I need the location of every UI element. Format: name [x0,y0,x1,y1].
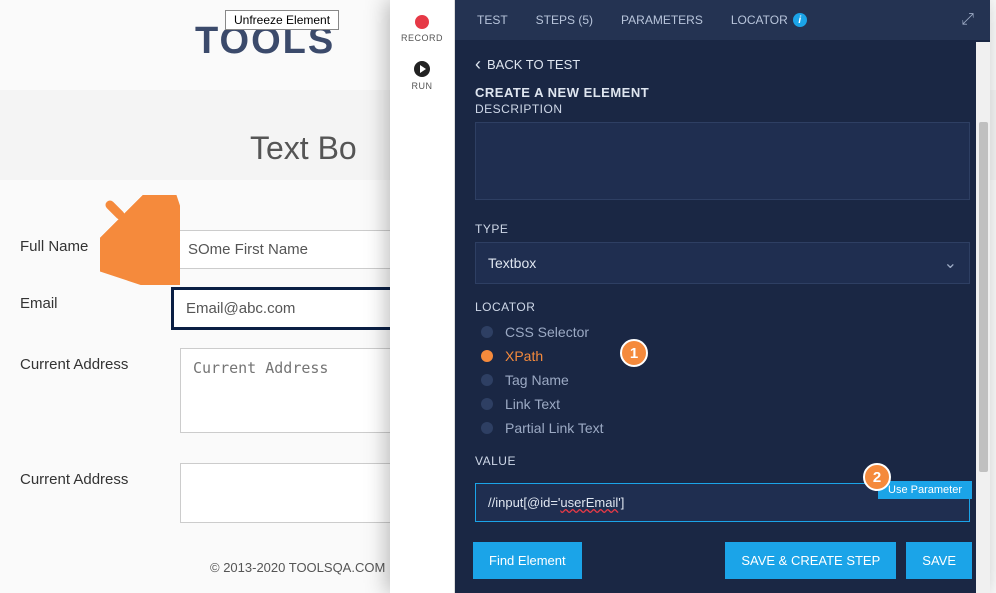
run-label: RUN [412,81,433,91]
record-icon [415,15,429,29]
form-container: Full Name Email Current Address Current … [20,230,400,541]
input-email[interactable] [171,287,400,330]
tooltip-unfreeze: Unfreeze Element [225,10,339,30]
label-current-address-2: Current Address [20,463,180,488]
label-email: Email [20,287,171,312]
scrollbar[interactable] [976,42,990,593]
save-button[interactable]: SAVE [906,542,972,579]
play-icon [414,61,430,77]
textarea-current-address[interactable] [180,348,400,433]
description-textarea[interactable] [475,122,970,200]
textarea-current-address-2[interactable] [180,463,400,523]
locator-option-tagname[interactable]: Tag Name [481,368,970,392]
locator-option-partiallink[interactable]: Partial Link Text [481,416,970,440]
page-title: Text Bo [250,130,357,167]
tab-steps[interactable]: STEPS (5) [522,0,607,40]
annotation-arrow-icon [100,195,180,285]
annotation-badge-2: 2 [863,463,891,491]
back-to-test-link[interactable]: BACK TO TEST [475,54,970,75]
test-recorder-panel: RECORD RUN TEST STEPS (5) PARAMETERS LOC… [390,0,990,593]
label-description: DESCRIPTION [475,102,970,116]
use-parameter-button[interactable]: Use Parameter [878,481,972,499]
save-create-step-button[interactable]: SAVE & CREATE STEP [725,542,896,579]
create-element-title: CREATE A NEW ELEMENT [475,85,970,100]
annotation-badge-1: 1 [620,339,648,367]
tab-test[interactable]: TEST [463,0,522,40]
input-fullname[interactable] [175,230,400,269]
run-button[interactable]: RUN [412,61,433,91]
tab-locator[interactable]: LOCATOR i [717,0,821,40]
info-icon: i [793,13,807,27]
type-select[interactable]: Textbox [475,242,970,284]
label-type: TYPE [475,222,970,236]
tab-locator-label: LOCATOR [731,13,788,27]
type-select-value: Textbox [488,255,536,271]
label-current-address: Current Address [20,348,180,373]
label-locator: LOCATOR [475,300,970,314]
label-value: VALUE [475,454,970,468]
locator-option-linktext[interactable]: Link Text [481,392,970,416]
collapse-icon[interactable]: ⤢ [953,11,982,29]
find-element-button[interactable]: Find Element [473,542,582,579]
record-label: RECORD [401,33,443,43]
locator-option-css[interactable]: CSS Selector [481,320,970,344]
panel-tabs: TEST STEPS (5) PARAMETERS LOCATOR i ⤢ [455,0,990,40]
record-button[interactable]: RECORD [401,15,443,43]
locator-option-xpath[interactable]: XPath [481,344,970,368]
tab-parameters[interactable]: PARAMETERS [607,0,717,40]
